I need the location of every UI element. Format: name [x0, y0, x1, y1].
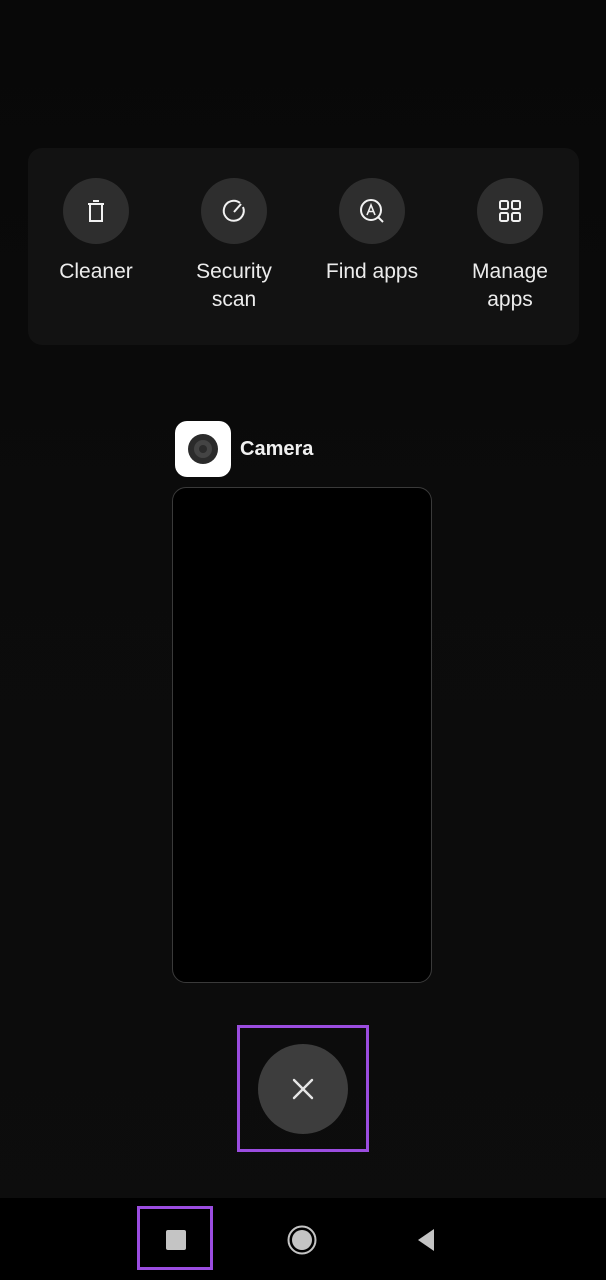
back-button[interactable] — [398, 1212, 454, 1268]
manage-apps-icon — [499, 200, 521, 222]
back-icon — [418, 1229, 434, 1251]
camera-app-icon[interactable] — [175, 421, 231, 477]
security-scan-circle — [201, 178, 267, 244]
security-scan-button[interactable]: Security scan — [169, 178, 299, 314]
recents-screen: Cleaner Security scan Find apps Manage a… — [0, 0, 606, 1280]
cleaner-button[interactable]: Cleaner — [31, 178, 161, 286]
manage-apps-label: Manage apps — [472, 260, 548, 311]
home-icon — [287, 1225, 317, 1255]
camera-app-card[interactable] — [172, 487, 432, 983]
close-all-button[interactable] — [258, 1044, 348, 1134]
quick-tools-panel: Cleaner Security scan Find apps Manage a… — [28, 148, 579, 345]
camera-icon — [188, 434, 218, 464]
recent-app-name: Camera — [240, 437, 314, 460]
security-scan-label: Security scan — [196, 260, 272, 311]
recent-app-header[interactable]: Camera — [175, 421, 313, 477]
security-scan-icon — [222, 199, 245, 222]
find-apps-button[interactable]: Find apps — [307, 178, 437, 286]
manage-apps-button[interactable]: Manage apps — [445, 178, 575, 314]
recents-button[interactable] — [148, 1212, 204, 1268]
manage-apps-circle — [477, 178, 543, 244]
find-apps-label: Find apps — [325, 260, 419, 283]
cleaner-circle — [63, 178, 129, 244]
trash-icon — [88, 200, 104, 222]
find-apps-circle — [339, 178, 405, 244]
home-button[interactable] — [274, 1212, 330, 1268]
close-icon — [292, 1078, 314, 1100]
cleaner-label: Cleaner — [59, 260, 133, 283]
recents-icon — [166, 1230, 186, 1250]
find-apps-icon — [360, 199, 384, 223]
